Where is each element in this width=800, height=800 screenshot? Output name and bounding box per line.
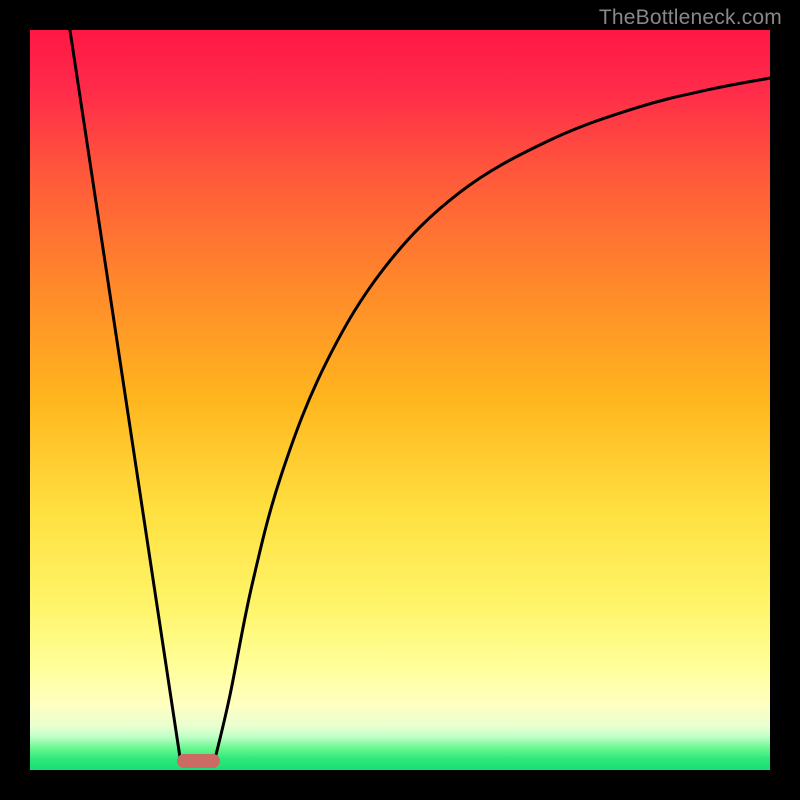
optimal-marker xyxy=(177,754,220,767)
plot-area xyxy=(30,30,770,770)
gradient-background xyxy=(30,30,770,770)
watermark-text: TheBottleneck.com xyxy=(599,6,782,30)
chart-container: TheBottleneck.com xyxy=(0,0,800,800)
chart-svg xyxy=(30,30,770,770)
